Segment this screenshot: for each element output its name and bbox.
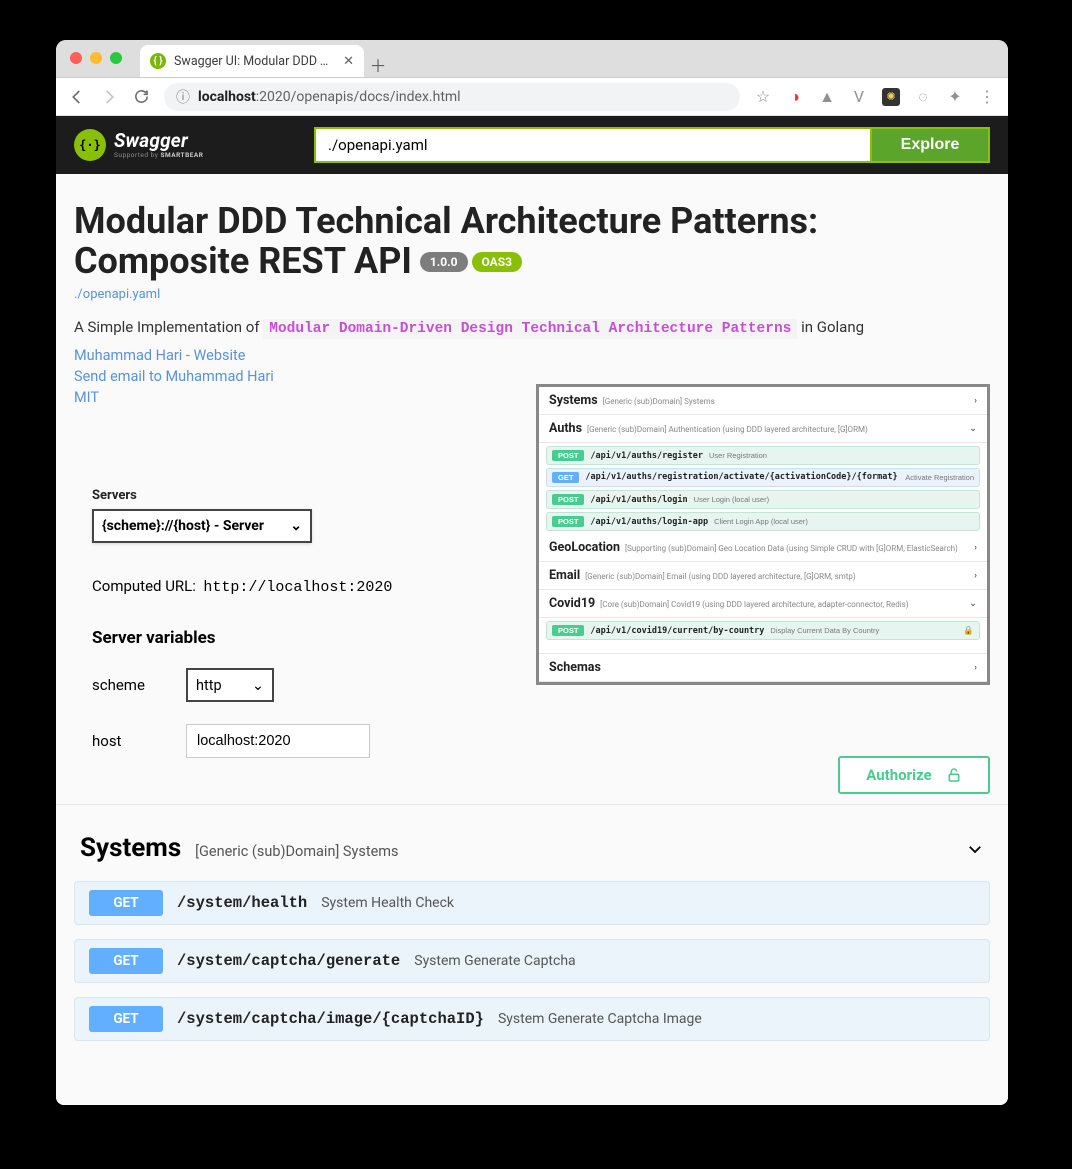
ublock-icon[interactable]: ◑ [786, 88, 804, 106]
scheme-select[interactable]: http ⌄ [186, 668, 274, 702]
host-label: host [92, 732, 164, 750]
method-badge: GET [89, 1006, 163, 1032]
operation-row[interactable]: GET /system/captcha/generate System Gene… [74, 939, 990, 983]
thumb-op: POST/api/v1/auths/registerUser Registrat… [546, 446, 980, 465]
menu-icon[interactable]: ⋮ [978, 88, 996, 106]
operation-path: /system/health [177, 894, 307, 912]
new-tab-button[interactable]: ＋ [364, 52, 392, 77]
version-badge: 1.0.0 [420, 252, 468, 272]
forward-icon [100, 88, 118, 106]
star-icon[interactable]: ☆ [754, 88, 772, 106]
drive-icon[interactable]: ▲ [818, 88, 836, 106]
swagger-content: Modular DDD Technical Architecture Patte… [56, 174, 1008, 1105]
operation-row[interactable]: GET /system/health System Health Check [74, 881, 990, 925]
tag-name: Systems [80, 833, 181, 863]
chevron-down-icon: ⌄ [969, 423, 977, 434]
browser-window: { } Swagger UI: Modular DDD Tec ✕ ＋ ⓘ lo… [56, 40, 1008, 1105]
operation-desc: System Generate Captcha Image [498, 1011, 702, 1027]
chevron-right-icon: › [974, 542, 977, 553]
operation-path: /system/captcha/generate [177, 952, 400, 970]
toolbar-right: ☆ ◑ ▲ V ✺ ◌ ✦ ⋮ [754, 88, 996, 106]
lock-open-icon [946, 767, 962, 783]
lock-icon: 🔒 [963, 626, 974, 636]
thumb-op: POST/api/v1/auths/login-appClient Login … [546, 512, 980, 531]
operation-desc: System Health Check [321, 895, 454, 911]
thumb-tag-auths: Auths[Generic (sub)Domain] Authenticatio… [539, 415, 987, 443]
chevron-down-icon: ⌄ [969, 598, 977, 609]
close-icon[interactable] [70, 52, 82, 64]
operation-row[interactable]: GET /system/captcha/image/{captchaID} Sy… [74, 997, 990, 1041]
browser-tab[interactable]: { } Swagger UI: Modular DDD Tec ✕ [140, 45, 364, 77]
address-bar[interactable]: ⓘ localhost:2020/openapis/docs/index.htm… [164, 83, 740, 111]
browser-titlebar: { } Swagger UI: Modular DDD Tec ✕ ＋ [56, 40, 1008, 78]
explore-button[interactable]: Explore [870, 127, 990, 163]
authorize-button[interactable]: Authorize [838, 756, 990, 794]
tag-systems: Systems [Generic (sub)Domain] Systems GE… [56, 804, 1008, 1041]
extensions-icon[interactable]: ✦ [946, 88, 964, 106]
swagger-logo: {·} Swagger Supported by SMARTBEAR [74, 129, 203, 161]
thumb-op: POST/api/v1/auths/loginUser Login (local… [546, 490, 980, 509]
site-info-icon[interactable]: ⓘ [176, 87, 190, 107]
swagger-header: {·} Swagger Supported by SMARTBEAR Explo… [56, 116, 1008, 174]
chevron-right-icon: › [974, 662, 977, 673]
reload-icon[interactable] [132, 88, 150, 106]
api-description: A Simple Implementation of Modular Domai… [74, 318, 990, 337]
browser-toolbar: ⓘ localhost:2020/openapis/docs/index.htm… [56, 78, 1008, 116]
swagger-favicon-icon: { } [150, 53, 166, 69]
thumb-tag-email: Email[Generic (sub)Domain] Email (using … [539, 562, 987, 590]
method-badge: GET [89, 890, 163, 916]
tag-header[interactable]: Systems [Generic (sub)Domain] Systems [80, 833, 984, 863]
maximize-icon[interactable] [110, 52, 122, 64]
tab-close-icon[interactable]: ✕ [343, 54, 354, 69]
thumb-op: POST/api/v1/covid19/current/by-countryDi… [546, 621, 980, 640]
info-section: Modular DDD Technical Architecture Patte… [56, 174, 1008, 1041]
chevron-down-icon [966, 840, 984, 858]
tag-description: [Generic (sub)Domain] Systems [195, 843, 398, 860]
traffic-lights [70, 52, 122, 64]
url-text: localhost:2020/openapis/docs/index.html [198, 89, 461, 105]
preview-thumbnail: Systems[Generic (sub)Domain] Systems › A… [536, 384, 990, 685]
author-website-link[interactable]: Muhammad Hari - Website [74, 345, 990, 366]
logo-subtext: Supported by SMARTBEAR [114, 152, 203, 159]
thumb-op: GET/api/v1/auths/registration/activate/{… [546, 468, 980, 487]
oas-badge: OAS3 [472, 252, 523, 272]
chevron-right-icon: › [974, 570, 977, 581]
chevron-down-icon: ⌄ [290, 518, 302, 534]
chevron-right-icon: › [974, 395, 977, 406]
tab-title: Swagger UI: Modular DDD Tec [174, 54, 335, 69]
thumb-schemas: Schemas› [539, 653, 987, 682]
vue-icon[interactable]: V [850, 88, 868, 106]
swagger-logo-icon: {·} [74, 129, 106, 161]
operation-path: /system/captcha/image/{captchaID} [177, 1010, 484, 1028]
logo-text: Swagger [114, 131, 203, 150]
react-ext-icon[interactable]: ✺ [882, 88, 900, 106]
host-input[interactable] [186, 724, 370, 758]
thumb-tag-geo: GeoLocation[Supporting (sub)Domain] Geo … [539, 534, 987, 562]
spec-link[interactable]: ./openapi.yaml [74, 287, 990, 302]
method-badge: GET [89, 948, 163, 974]
minimize-icon[interactable] [90, 52, 102, 64]
operation-desc: System Generate Captcha [414, 953, 575, 969]
profile-icon[interactable]: ◌ [914, 88, 932, 106]
spec-url-input[interactable] [314, 127, 870, 163]
scheme-label: scheme [92, 676, 164, 694]
server-select[interactable]: {scheme}://{host} - Server ⌄ [92, 509, 312, 543]
thumb-tag-covid: Covid19[Core (sub)Domain] Covid19 (using… [539, 590, 987, 618]
back-icon[interactable] [68, 88, 86, 106]
chevron-down-icon: ⌄ [252, 677, 264, 694]
thumb-tag-systems: Systems[Generic (sub)Domain] Systems › [539, 387, 987, 415]
